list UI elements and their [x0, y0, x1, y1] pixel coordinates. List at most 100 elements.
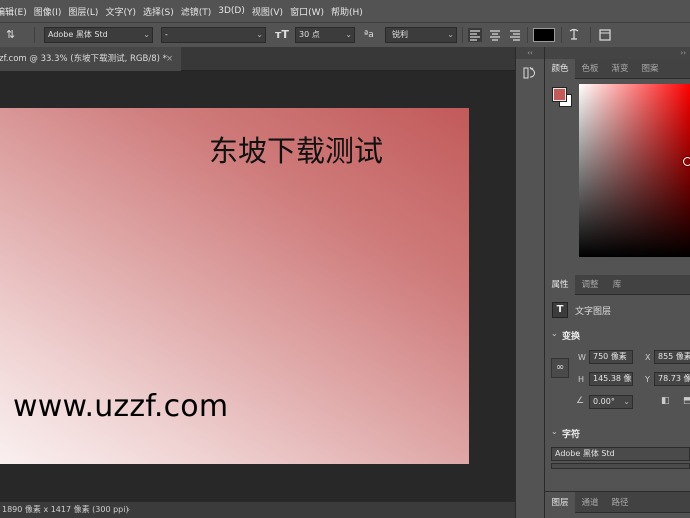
tab-channels[interactable]: 通道	[575, 492, 605, 514]
font-size-value: 30 点	[299, 30, 320, 39]
tab-gradients[interactable]: 渐变	[605, 59, 635, 79]
status-bar: 1890 像素 x 1417 像素 (300 ppi) ›	[0, 501, 515, 518]
character-style-field[interactable]	[551, 463, 690, 469]
type-layer-icon: T	[552, 302, 568, 318]
close-icon[interactable]: ×	[166, 47, 173, 71]
tab-layers[interactable]: 图层	[545, 492, 575, 514]
character-section-title[interactable]: 字符	[562, 427, 580, 440]
document-info: 1890 像素 x 1417 像素 (300 ppi)	[2, 505, 129, 514]
font-size-icon: тT	[275, 28, 289, 41]
chevron-down-icon: ⌄	[143, 30, 150, 39]
tab-adjustments[interactable]: 调整	[575, 275, 605, 295]
tab-patterns[interactable]: 图案	[635, 59, 665, 79]
history-icon[interactable]	[521, 65, 539, 81]
angle-icon: ∠	[576, 396, 585, 406]
angle-value: 0.00°	[593, 397, 615, 406]
align-right-button[interactable]	[508, 28, 522, 42]
x-field[interactable]: 855 像素	[654, 350, 690, 364]
tab-swatches[interactable]: 色板	[575, 59, 605, 79]
tab-libraries[interactable]: 库	[605, 275, 629, 295]
panel-dock-column: ‹‹	[515, 47, 545, 518]
canvas-workarea[interactable]: 东坡下载测试 www.uzzf.com	[0, 72, 513, 501]
menu-bar: 编辑(E) 图像(I) 图层(L) 文字(Y) 选择(S) 滤镜(T) 3D(D…	[0, 0, 690, 22]
text-orientation-icon[interactable]: ⇅	[6, 27, 15, 43]
text-color-swatch[interactable]	[533, 28, 555, 42]
transform-section-title[interactable]: 变换	[562, 329, 580, 342]
link-dimensions-icon[interactable]: ∞	[551, 358, 569, 378]
chevron-down-icon: ⌄	[447, 30, 454, 39]
document-canvas[interactable]: 东坡下载测试 www.uzzf.com	[0, 108, 469, 464]
warp-text-glyph	[569, 28, 579, 40]
height-label: H	[578, 375, 585, 384]
canvas-headline-text[interactable]: 东坡下载测试	[209, 128, 383, 170]
chevron-down-icon: ⌄	[345, 30, 352, 39]
menu-type[interactable]: 文字(Y)	[101, 5, 139, 18]
width-label: W	[578, 353, 586, 362]
width-field[interactable]: 750 像素	[589, 350, 633, 364]
menu-view[interactable]: 视图(V)	[248, 5, 286, 18]
font-size-select[interactable]: 30 点 ⌄	[295, 27, 355, 43]
document-tab[interactable]: zf.com @ 33.3% (东坡下载测试, RGB/8) * ×	[0, 47, 181, 71]
options-bar: ⇅ Adobe 黑体 Std ⌄ - ⌄ тT 30 点 ⌄ ªa 锐利 ⌄	[0, 22, 690, 47]
menu-window[interactable]: 窗口(W)	[286, 5, 327, 18]
document-tab-title: zf.com @ 33.3% (东坡下载测试, RGB/8) *	[0, 54, 167, 64]
menu-3d[interactable]: 3D(D)	[214, 6, 248, 16]
divider	[462, 27, 463, 43]
tab-paths[interactable]: 路径	[605, 492, 635, 514]
canvas-url-text[interactable]: www.uzzf.com	[13, 389, 228, 424]
align-center-button[interactable]	[488, 28, 502, 42]
layers-panel-tabs: 图层 通道 路径	[545, 491, 690, 514]
font-family-value: Adobe 黑体 Std	[48, 30, 108, 39]
align-center-icon	[490, 30, 500, 41]
antialias-icon: ªa	[364, 30, 374, 40]
divider	[34, 27, 35, 43]
layer-kind-label: 文字图层	[575, 307, 612, 317]
tab-properties[interactable]: 属性	[545, 275, 575, 295]
chevron-down-icon[interactable]: ⌄	[551, 427, 558, 436]
foreground-color-swatch[interactable]	[552, 87, 567, 102]
font-style-value: -	[165, 30, 168, 39]
antialias-value: 锐利	[392, 30, 408, 39]
color-panel-tabs: 颜色 色板 渐变 图案	[545, 59, 690, 79]
character-panel-icon[interactable]	[598, 27, 612, 48]
divider	[527, 27, 528, 43]
color-picker-cursor[interactable]	[683, 157, 690, 166]
menu-layer[interactable]: 图层(L)	[64, 5, 101, 18]
flip-horizontal-icon[interactable]: ◧	[661, 396, 670, 406]
height-field[interactable]: 145.38 像素	[589, 372, 633, 386]
collapse-icon[interactable]: ‹‹	[516, 47, 544, 59]
align-left-button[interactable]	[468, 28, 482, 42]
angle-field[interactable]: 0.00° ⌄	[589, 395, 633, 409]
chevron-down-icon[interactable]: ⌄	[551, 329, 558, 338]
character-font-field[interactable]: Adobe 黑体 Std	[551, 447, 690, 461]
history-glyph	[523, 66, 535, 79]
warp-text-icon[interactable]	[568, 27, 580, 48]
font-family-select[interactable]: Adobe 黑体 Std ⌄	[44, 27, 153, 43]
chevron-down-icon: ⌄	[623, 397, 630, 406]
divider	[561, 27, 562, 43]
properties-panel-tabs: 属性 调整 库	[545, 275, 690, 295]
menu-help[interactable]: 帮助(H)	[327, 5, 366, 18]
x-label: X	[645, 353, 651, 362]
font-style-select[interactable]: - ⌄	[161, 27, 266, 43]
right-panels: ›› 颜色 色板 渐变 图案 属性 调整 库 T 文字图层 ⌄ 变换 ∞ W 7…	[545, 47, 690, 518]
y-field[interactable]: 78.73 像素	[654, 372, 690, 386]
chevron-down-icon: ⌄	[256, 30, 263, 39]
layer-kind-row: T 文字图层	[552, 302, 690, 318]
character-panel-glyph	[599, 29, 611, 41]
collapse-panels-icon[interactable]: ››	[545, 47, 690, 59]
divider	[590, 27, 591, 43]
y-label: Y	[645, 375, 650, 384]
antialias-select[interactable]: 锐利 ⌄	[385, 27, 457, 43]
document-tab-strip: zf.com @ 33.3% (东坡下载测试, RGB/8) * ×	[0, 47, 515, 71]
flip-vertical-icon[interactable]: ⬒	[683, 396, 690, 406]
menu-filter[interactable]: 滤镜(T)	[177, 5, 215, 18]
menu-image[interactable]: 图像(I)	[30, 5, 65, 18]
menu-select[interactable]: 选择(S)	[139, 5, 177, 18]
align-right-icon	[510, 30, 520, 41]
menu-edit[interactable]: 编辑(E)	[0, 5, 30, 18]
tab-color[interactable]: 颜色	[545, 59, 575, 79]
status-menu-chevron-icon[interactable]: ›	[127, 502, 130, 517]
color-picker-field[interactable]	[579, 84, 690, 257]
align-left-icon	[470, 30, 480, 41]
